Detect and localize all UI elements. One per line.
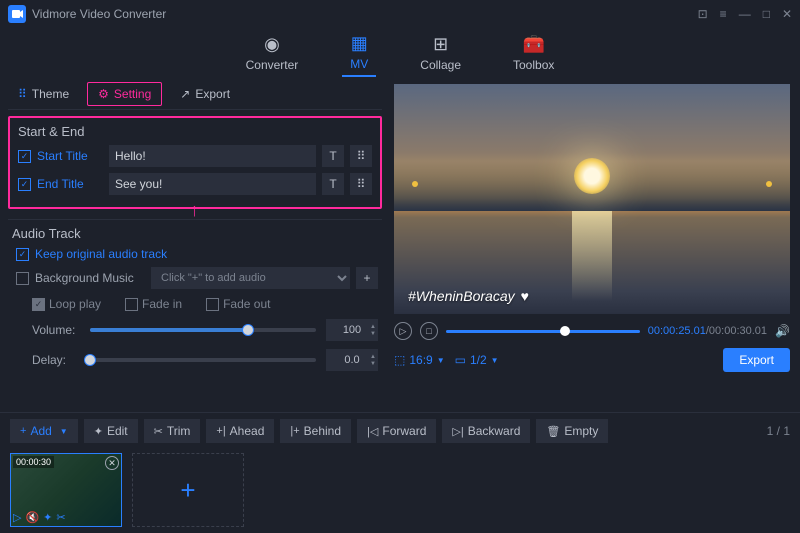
scale-select[interactable]: ▭1/2▼ <box>455 353 499 367</box>
add-button[interactable]: +Add▼ <box>10 419 78 443</box>
delay-slider[interactable] <box>90 358 316 362</box>
forward-button[interactable]: |◁Forward <box>357 419 436 443</box>
timecode: 00:00:25.01/00:00:30.01 <box>648 325 767 337</box>
mv-icon: ▦ <box>351 33 368 54</box>
wand-icon: ✦ <box>94 425 103 438</box>
gear-icon: ⚙ <box>98 87 109 101</box>
end-title-input[interactable] <box>109 173 316 195</box>
volume-value[interactable]: 100▲▼ <box>326 319 378 341</box>
start-text-style-button[interactable]: T <box>322 145 344 167</box>
minimize-icon[interactable]: — <box>739 7 751 21</box>
edit-button[interactable]: ✦Edit <box>84 419 138 443</box>
scale-icon: ▭ <box>455 353 466 367</box>
loop-label: Loop play <box>49 297 101 311</box>
fadeout-label: Fade out <box>223 297 270 311</box>
tab-theme[interactable]: ⠿Theme <box>8 83 79 105</box>
add-clip-slot[interactable]: + <box>132 453 244 527</box>
aspect-icon: ⬚ <box>394 353 405 367</box>
overlay-text: #WheninBoracay♥ <box>408 288 529 304</box>
nav-toolbox[interactable]: 🧰Toolbox <box>505 30 562 76</box>
trash-icon: 🗑 <box>546 425 560 438</box>
empty-button[interactable]: 🗑Empty <box>536 419 608 443</box>
end-title-checkbox[interactable]: ✓ <box>18 178 31 191</box>
menu-icon[interactable]: ≡ <box>720 7 727 21</box>
volume-icon[interactable]: 🔊 <box>775 324 790 338</box>
add-audio-button[interactable]: + <box>356 267 378 289</box>
audio-heading: Audio Track <box>12 226 378 241</box>
delay-label: Delay: <box>32 353 80 367</box>
start-grid-button[interactable]: ⠿ <box>350 145 372 167</box>
clip-effect-icon[interactable]: ✦ <box>43 511 52 524</box>
bg-music-checkbox[interactable] <box>16 272 29 285</box>
backward-button[interactable]: ▷|Backward <box>442 419 530 443</box>
volume-label: Volume: <box>32 323 80 337</box>
page-counter: 1 / 1 <box>767 424 790 438</box>
aspect-select[interactable]: ⬚16:9▼ <box>394 353 445 367</box>
annotation-arrow-icon: ↑ <box>190 200 199 221</box>
clip-play-icon[interactable]: ▷ <box>13 511 21 524</box>
keep-audio-label: Keep original audio track <box>35 247 167 261</box>
bg-music-label: Background Music <box>35 271 145 285</box>
delay-value[interactable]: 0.0▲▼ <box>326 349 378 371</box>
export-icon: ↗ <box>180 87 190 101</box>
start-end-heading: Start & End <box>18 124 372 139</box>
clip-mute-icon[interactable]: 🔇 <box>25 511 39 524</box>
loop-checkbox[interactable]: ✓ <box>32 298 45 311</box>
volume-stepper[interactable]: ▲▼ <box>370 324 376 337</box>
tab-export[interactable]: ↗Export <box>170 83 240 105</box>
close-icon[interactable]: ✕ <box>782 7 792 21</box>
fadeout-checkbox[interactable] <box>206 298 219 311</box>
heart-icon: ♥ <box>521 288 529 304</box>
clip-thumbnail[interactable]: 00:00:30 ✕ ▷ 🔇 ✦ ✂ <box>10 453 122 527</box>
audio-track-section: Audio Track ✓ Keep original audio track … <box>8 219 382 371</box>
start-title-checkbox[interactable]: ✓ <box>18 150 31 163</box>
feedback-icon[interactable]: ⊡ <box>698 7 708 21</box>
end-text-style-button[interactable]: T <box>322 173 344 195</box>
plus-icon: + <box>20 425 26 437</box>
progress-bar[interactable] <box>446 330 640 333</box>
collage-icon: ⊞ <box>433 34 448 55</box>
behind-button[interactable]: |+Behind <box>280 419 351 443</box>
export-button[interactable]: Export <box>723 348 790 372</box>
nav-collage[interactable]: ⊞Collage <box>412 30 469 76</box>
delay-stepper[interactable]: ▲▼ <box>370 354 376 367</box>
remove-clip-button[interactable]: ✕ <box>105 456 119 470</box>
scissors-icon: ✂ <box>154 425 163 438</box>
start-title-input[interactable] <box>109 145 316 167</box>
converter-icon: ◉ <box>264 34 280 55</box>
video-preview: #WheninBoracay♥ <box>394 84 790 314</box>
nav-mv[interactable]: ▦MV <box>342 29 376 77</box>
start-end-section: Start & End ✓ Start Title T ⠿ ✓ End Titl… <box>8 116 382 209</box>
trim-button[interactable]: ✂Trim <box>144 419 201 443</box>
app-logo <box>8 5 26 23</box>
play-button[interactable]: ▷ <box>394 322 412 340</box>
clip-duration: 00:00:30 <box>13 456 54 468</box>
volume-slider[interactable] <box>90 328 316 332</box>
end-title-label: End Title <box>37 177 103 191</box>
start-title-label: Start Title <box>37 149 103 163</box>
toolbox-icon: 🧰 <box>522 34 544 55</box>
maximize-icon[interactable]: □ <box>763 7 770 21</box>
fadein-label: Fade in <box>142 297 182 311</box>
tab-setting[interactable]: ⚙Setting <box>87 82 162 106</box>
app-title: Vidmore Video Converter <box>32 7 166 21</box>
clip-trim-icon[interactable]: ✂ <box>56 511 65 524</box>
fadein-checkbox[interactable] <box>125 298 138 311</box>
theme-icon: ⠿ <box>18 87 27 101</box>
end-grid-button[interactable]: ⠿ <box>350 173 372 195</box>
ahead-button[interactable]: +|Ahead <box>206 419 274 443</box>
nav-converter[interactable]: ◉Converter <box>238 30 307 76</box>
stop-button[interactable]: □ <box>420 322 438 340</box>
keep-audio-checkbox[interactable]: ✓ <box>16 248 29 261</box>
bg-music-select[interactable]: Click "+" to add audio <box>151 267 350 289</box>
